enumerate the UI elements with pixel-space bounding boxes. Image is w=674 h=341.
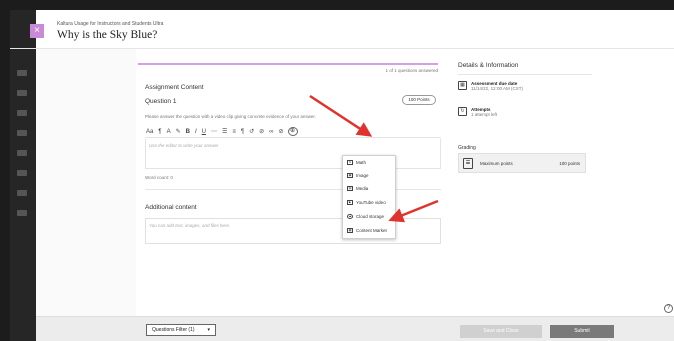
- max-points-value: 100 points: [559, 161, 580, 166]
- content-market-icon: ▦: [347, 228, 353, 233]
- menu-item-label: Image: [356, 173, 369, 178]
- additional-content-title: Additional content: [145, 204, 197, 211]
- menu-item-label: Math: [356, 160, 367, 165]
- menu-item-label: Media: [356, 186, 369, 191]
- italic-icon[interactable]: I: [194, 129, 198, 135]
- menu-item-content-market[interactable]: ▦ Content Market: [347, 228, 387, 233]
- clear-format-icon[interactable]: ⊘: [258, 128, 265, 135]
- due-date-item: ▦ Assessment due date 11/14/22, 12:00 AM…: [458, 81, 523, 91]
- nav-icon[interactable]: [17, 210, 27, 216]
- grading-label: Grading: [458, 145, 476, 151]
- max-points-label: Maximum points: [480, 161, 513, 166]
- left-nav-bar: [10, 10, 36, 341]
- menu-item-label: Content Market: [356, 228, 387, 233]
- cloud-icon: ☁: [347, 214, 353, 219]
- details-title: Details & Information: [458, 62, 519, 69]
- help-icon[interactable]: ?: [664, 304, 673, 313]
- due-date-value: 11/14/22, 12:00 AM (CST): [471, 86, 523, 91]
- progress-text: 1 of 1 questions answered: [385, 68, 438, 73]
- nav-icon[interactable]: [17, 70, 27, 76]
- bold-icon[interactable]: B: [185, 129, 191, 135]
- accent-bar: [138, 63, 438, 65]
- question-instructions: Please answer the question with a video …: [145, 114, 316, 119]
- menu-item-label: Cloud storage: [356, 214, 385, 219]
- question-filter-select[interactable]: Questions Filter (1) ▾: [146, 324, 216, 336]
- nav-icon[interactable]: [17, 170, 27, 176]
- section-title: Assignment Content: [145, 84, 204, 91]
- section-divider: [145, 189, 441, 190]
- question-label: Question 1: [145, 98, 177, 105]
- nav-icon[interactable]: [17, 190, 27, 196]
- nav-icon[interactable]: [17, 110, 27, 116]
- insert-content-menu: fx Math ▣ Image ▤ Media ▶ YouTube video …: [342, 155, 396, 239]
- undo-icon[interactable]: ↺: [248, 128, 255, 135]
- underline-icon[interactable]: U: [201, 129, 207, 135]
- calendar-icon: ▦: [458, 81, 467, 90]
- header-divider: [10, 48, 674, 49]
- highlight-icon[interactable]: ✎: [175, 128, 182, 135]
- answer-editor[interactable]: Use the editor to write your answer: [145, 139, 441, 169]
- menu-item-image[interactable]: ▣ Image: [347, 173, 369, 178]
- attach-icon[interactable]: ⊘: [277, 128, 284, 135]
- footer-bar: Questions Filter (1) ▾ Save and Close Su…: [36, 316, 674, 341]
- more-format-icon[interactable]: ⋯: [210, 128, 218, 135]
- max-points-box: ☰ Maximum points 100 points: [458, 153, 586, 173]
- attempts-icon: ↻: [458, 107, 467, 116]
- word-count: Word count: 0: [145, 175, 173, 180]
- nav-icon[interactable]: [17, 130, 27, 136]
- page-title: Why is the Sky Blue?: [57, 29, 158, 41]
- close-button[interactable]: ×: [30, 24, 44, 38]
- align-icon[interactable]: ≡: [231, 129, 237, 135]
- paragraph-format-icon[interactable]: ¶: [240, 129, 245, 135]
- nav-icon[interactable]: [17, 90, 27, 96]
- breadcrumb: Kaltura Usage for Instructors and Studen…: [57, 21, 164, 27]
- insert-content-icon[interactable]: ⊕: [287, 127, 298, 136]
- menu-item-youtube[interactable]: ▶ YouTube video: [347, 200, 386, 205]
- attempts-value: 1 attempt left: [471, 112, 498, 117]
- details-divider: [458, 74, 592, 75]
- text-style-icon[interactable]: Aa: [145, 129, 154, 135]
- app-frame: × Kaltura Usage for Instructors and Stud…: [10, 10, 674, 341]
- menu-item-label: YouTube video: [356, 200, 386, 205]
- list-icon[interactable]: ☰: [221, 128, 228, 135]
- left-gutter: [36, 48, 136, 316]
- media-icon: ▤: [347, 186, 353, 191]
- image-icon: ▣: [347, 173, 353, 178]
- menu-item-media[interactable]: ▤ Media: [347, 186, 368, 191]
- points-badge: 100 Points: [402, 95, 436, 105]
- attempts-item: ↻ Attempts 1 attempt left: [458, 107, 497, 117]
- additional-content-editor[interactable]: You can add text, images, and files here…: [145, 218, 441, 244]
- font-icon[interactable]: A: [166, 129, 172, 135]
- link-icon[interactable]: ∞: [268, 129, 274, 135]
- question-filter-label: Questions Filter (1): [152, 327, 195, 333]
- nav-icon[interactable]: [17, 150, 27, 156]
- grading-icon: ☰: [463, 158, 473, 169]
- editor-toolbar: Aa ¶ A ✎ B I U ⋯ ☰ ≡ ¶ ↺ ⊘ ∞ ⊘ ⊕: [145, 126, 441, 138]
- submit-button[interactable]: Submit: [550, 325, 614, 338]
- editor-placeholder: Use the editor to write your answer: [149, 143, 219, 148]
- paragraph-icon[interactable]: ¶: [157, 129, 162, 135]
- chevron-down-icon: ▾: [207, 327, 210, 333]
- youtube-icon: ▶: [347, 200, 353, 205]
- menu-item-math[interactable]: fx Math: [347, 160, 366, 165]
- save-and-close-button[interactable]: Save and Close: [460, 325, 542, 338]
- menu-item-cloud-storage[interactable]: ☁ Cloud storage: [347, 214, 384, 219]
- details-panel: Details & Information ▦ Assessment due d…: [458, 57, 598, 197]
- math-icon: fx: [347, 160, 353, 165]
